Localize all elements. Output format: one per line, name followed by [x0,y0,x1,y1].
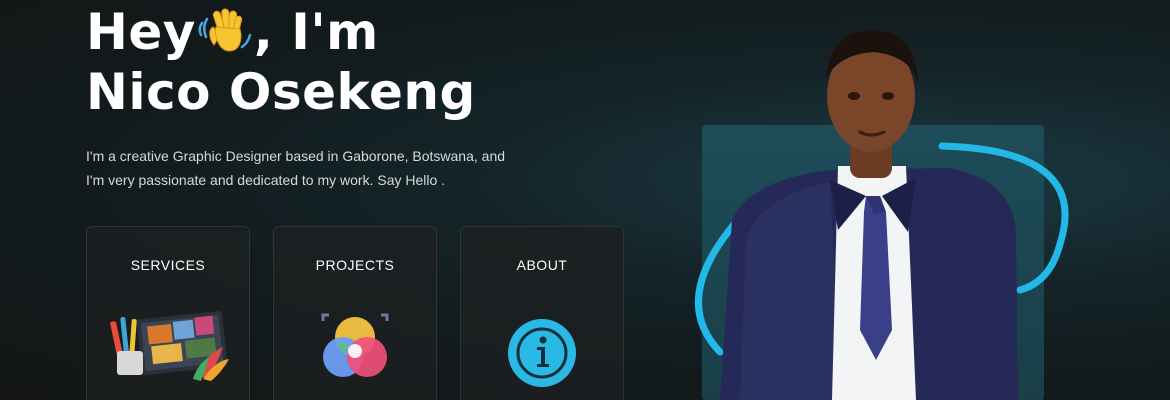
headline-name: Nico Osekeng [86,63,476,121]
intro-text: I'm a creative Graphic Designer based in… [86,148,506,188]
color-wheel-icon [321,313,389,377]
design-tools-icon [110,310,229,381]
hero-headline: Hey , I'm Nico Osekeng [86,2,646,122]
about-card-title: ABOUT [516,257,568,273]
headline-greeting: Hey [86,3,196,61]
waving-hand-icon [198,8,252,52]
headline-im: , I'm [253,3,379,61]
info-icon [508,319,576,387]
hero-section: Hey , I'm Nico Osekeng I'm a creative Gr… [86,0,646,192]
services-card[interactable]: SERVICES [86,226,250,400]
headline-line-1: Hey , I'm [86,2,646,62]
projects-card-title: PROJECTS [315,257,395,273]
projects-card[interactable]: PROJECTS [273,226,437,400]
portrait-area [680,0,1080,400]
portrait-photo [720,30,1018,400]
services-card-title: SERVICES [130,257,206,273]
nav-cards: SERVICES PROJECTS ABOUT [86,226,624,400]
about-card[interactable]: ABOUT [460,226,624,400]
